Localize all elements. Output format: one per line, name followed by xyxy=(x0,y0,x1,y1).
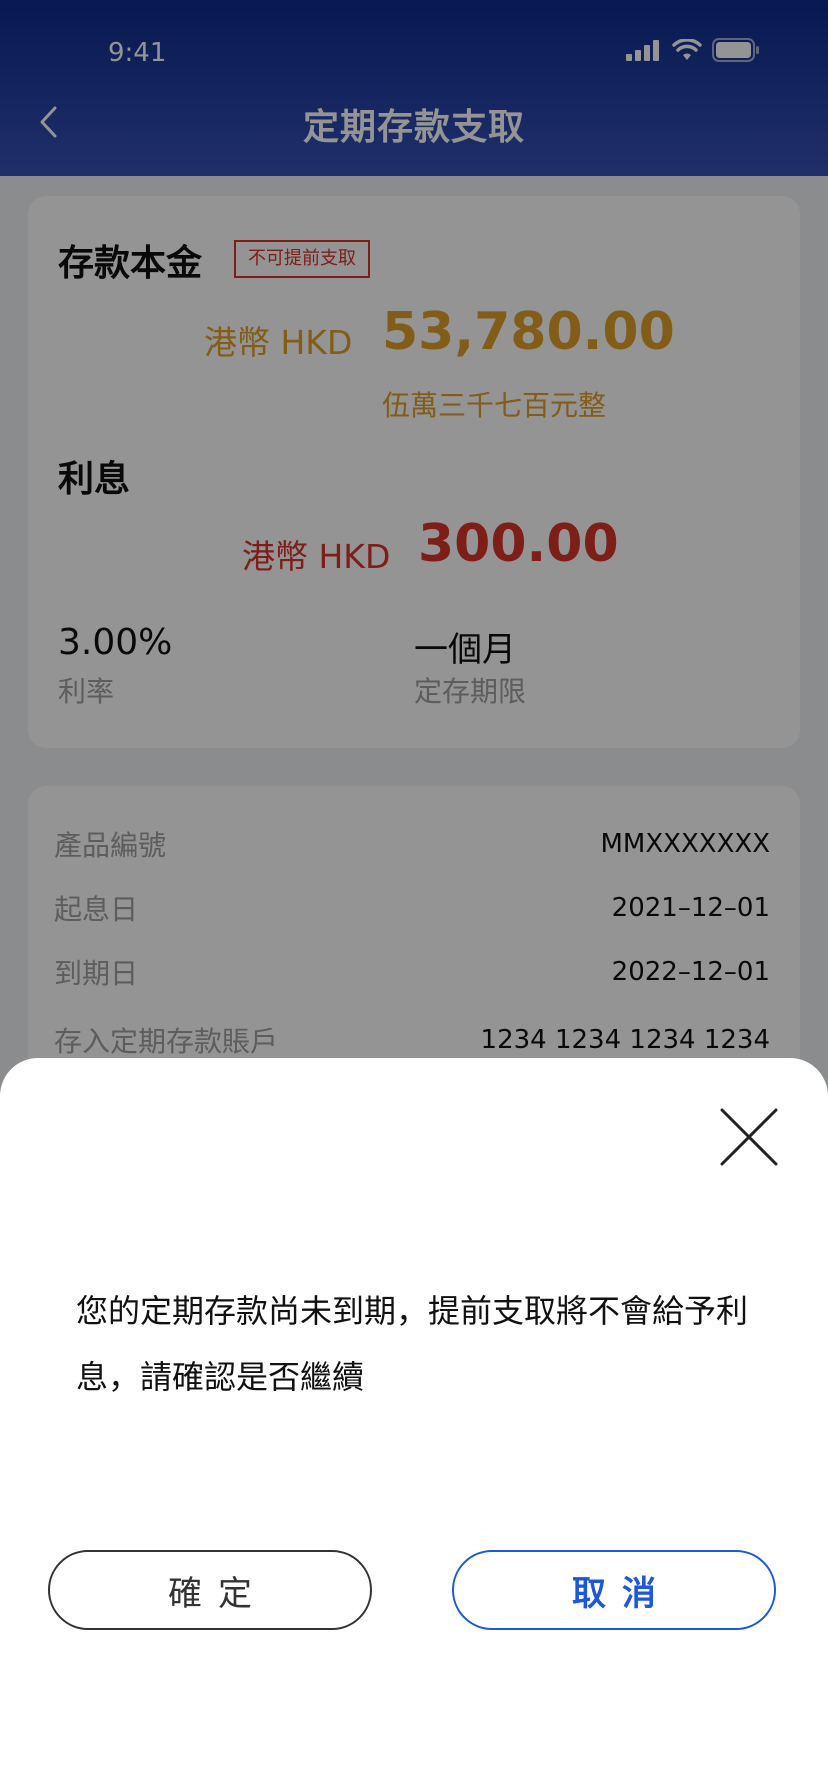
cancel-button[interactable]: 取消 xyxy=(452,1550,776,1630)
close-button[interactable] xyxy=(712,1100,786,1174)
screen: 9:41 定期存款支取 存款本金 不可提前支取 港幣 HKD 53,780.00… xyxy=(0,0,828,1792)
close-icon xyxy=(712,1108,786,1178)
confirm-dialog-sheet: 您的定期存款尚未到期，提前支取將不會給予利息，請確認是否繼續 確定 取消 xyxy=(0,1058,828,1792)
dialog-message: 您的定期存款尚未到期，提前支取將不會給予利息，請確認是否繼續 xyxy=(76,1292,749,1396)
confirm-button[interactable]: 確定 xyxy=(48,1550,372,1630)
